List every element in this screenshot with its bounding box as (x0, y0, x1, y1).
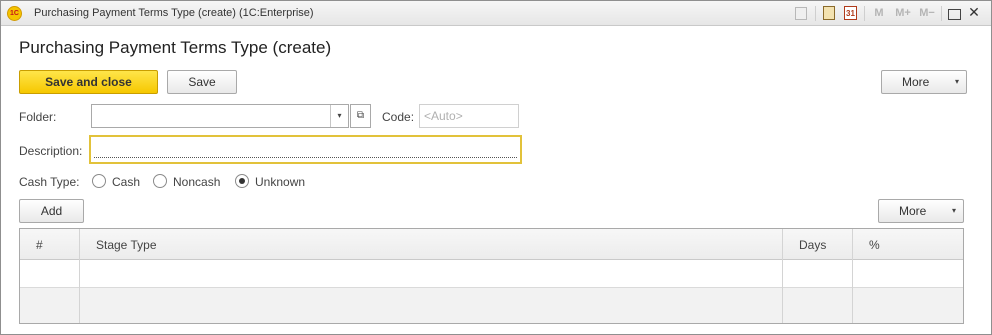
column-header-days[interactable]: Days (799, 238, 826, 252)
more-button[interactable]: More ▾ (881, 70, 967, 94)
column-divider (79, 229, 80, 323)
cash-type-label: Cash Type: (19, 175, 80, 189)
stages-table[interactable]: # Stage Type Days % (19, 228, 964, 324)
radio-noncash-label[interactable]: Noncash (173, 175, 220, 189)
description-label: Description: (19, 144, 83, 158)
column-divider (782, 229, 783, 323)
radio-cash-label[interactable]: Cash (112, 175, 140, 189)
window-title: Purchasing Payment Terms Type (create) (… (34, 7, 314, 19)
column-header-stage-type[interactable]: Stage Type (96, 238, 157, 252)
code-field[interactable]: <Auto> (419, 104, 519, 128)
radio-unknown-label[interactable]: Unknown (255, 175, 305, 189)
column-header-percent[interactable]: % (869, 238, 880, 252)
table-more-button[interactable]: More ▾ (878, 199, 964, 223)
open-icon[interactable]: ⧉ (350, 104, 371, 128)
window: 1C Purchasing Payment Terms Type (create… (0, 0, 992, 335)
maximize-icon[interactable] (948, 9, 961, 20)
save-button[interactable]: Save (167, 70, 237, 94)
calculator-icon[interactable] (823, 6, 835, 20)
calendar-icon[interactable]: 31 (844, 6, 857, 20)
table-empty-row (20, 287, 963, 323)
folder-field[interactable]: ▾ (91, 104, 349, 128)
memory-minus-button[interactable]: M− (916, 6, 938, 21)
radio-cash[interactable] (92, 174, 106, 188)
page-title: Purchasing Payment Terms Type (create) (19, 38, 332, 57)
toolbar-divider (941, 6, 942, 21)
app-logo-icon: 1C (7, 6, 22, 21)
code-label: Code: (382, 110, 415, 124)
chevron-down-icon: ▾ (951, 206, 956, 215)
memory-plus-button[interactable]: M+ (892, 6, 914, 21)
radio-noncash[interactable] (153, 174, 167, 188)
memory-m-button[interactable]: M (872, 6, 886, 21)
column-divider (852, 229, 853, 323)
save-and-close-button[interactable]: Save and close (19, 70, 158, 94)
close-icon[interactable]: ✕ (967, 5, 981, 20)
radio-unknown[interactable] (235, 174, 249, 188)
description-underline (94, 157, 517, 158)
chevron-down-icon[interactable]: ▾ (330, 105, 348, 127)
chevron-down-icon: ▾ (954, 77, 959, 86)
code-placeholder: <Auto> (424, 109, 463, 123)
document-icon[interactable] (795, 7, 807, 20)
toolbar-divider (815, 6, 816, 21)
title-bar: 1C Purchasing Payment Terms Type (create… (1, 1, 991, 26)
table-more-button-label: More (899, 204, 927, 218)
more-button-label: More (902, 75, 930, 89)
column-header-number[interactable]: # (36, 238, 43, 252)
description-field[interactable] (89, 135, 522, 164)
folder-label: Folder: (19, 110, 57, 124)
add-button[interactable]: Add (19, 199, 84, 223)
toolbar-divider (864, 6, 865, 21)
